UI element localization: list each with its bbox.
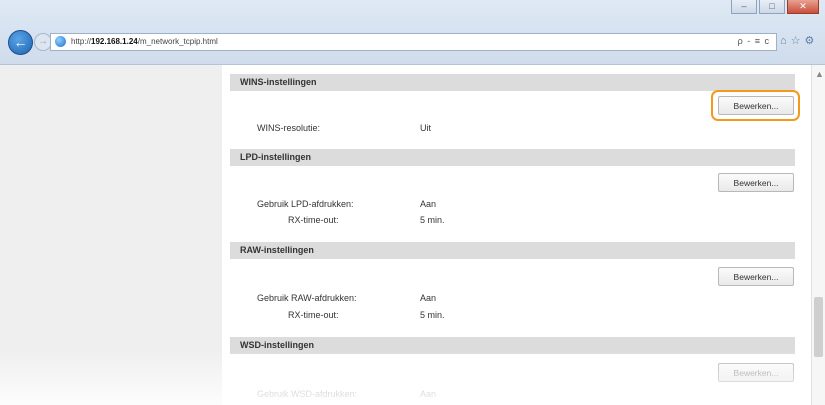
scrollbar-thumb[interactable] — [814, 297, 823, 357]
url-text[interactable]: http://192.168.1.24/m_network_tcpip.html — [71, 37, 218, 46]
lpd-printing-label: Gebruik LPD-afdrukken: — [257, 199, 354, 209]
url-host: 192.168.1.24 — [91, 37, 138, 46]
address-tools[interactable]: ρ - ≡ c — [738, 36, 770, 46]
section-header-wsd: WSD-instellingen — [230, 337, 795, 354]
edit-button-wins[interactable]: Bewerken... — [718, 96, 794, 115]
address-bar[interactable]: http://192.168.1.24/m_network_tcpip.html… — [50, 33, 777, 51]
scroll-up-arrow-icon[interactable]: ▲ — [815, 69, 824, 79]
raw-timeout-value: 5 min. — [420, 310, 445, 320]
left-navigation-pane — [0, 65, 222, 405]
star-icon[interactable]: ☆ — [791, 35, 805, 47]
section-header-lpd: LPD-instellingen — [230, 149, 795, 166]
edit-button-wsd[interactable]: Bewerken... — [718, 363, 794, 382]
section-header-raw: RAW-instellingen — [230, 242, 795, 259]
ie-page-icon — [55, 36, 66, 47]
window-controls: – □ ✕ — [731, 0, 819, 14]
gear-icon[interactable]: ⚙ — [805, 35, 819, 47]
maximize-icon[interactable]: □ — [759, 0, 785, 14]
close-icon[interactable]: ✕ — [787, 0, 819, 14]
raw-timeout-label: RX-time-out: — [288, 310, 339, 320]
minimize-icon[interactable]: – — [731, 0, 757, 14]
url-prefix: http:// — [71, 37, 92, 46]
section-header-wins: WINS-instellingen — [230, 74, 795, 91]
lpd-printing-value: Aan — [420, 199, 437, 209]
url-path: /m_network_tcpip.html — [137, 37, 218, 46]
lpd-timeout-label: RX-time-out: — [288, 215, 339, 225]
browser-toolbar: – □ ✕ ← → http://192.168.1.24/m_network_… — [0, 0, 825, 65]
wins-resolution-value: Uit — [420, 123, 431, 133]
wsd-printing-value: Aan — [420, 389, 437, 399]
browser-nav-icons: ⌂☆⚙ — [780, 34, 818, 47]
raw-printing-value: Aan — [420, 293, 437, 303]
lpd-timeout-value: 5 min. — [420, 215, 445, 225]
edit-button-raw[interactable]: Bewerken... — [718, 267, 794, 286]
wins-resolution-label: WINS-resolutie: — [257, 123, 321, 133]
home-icon[interactable]: ⌂ — [780, 35, 791, 47]
page-content: WINS-instellingen Bewerken... WINS-resol… — [0, 65, 825, 405]
edit-button-lpd[interactable]: Bewerken... — [718, 173, 794, 192]
raw-printing-label: Gebruik RAW-afdrukken: — [257, 293, 357, 303]
wsd-printing-label: Gebruik WSD-afdrukken: — [257, 389, 358, 399]
back-arrow-icon[interactable]: ← — [8, 30, 33, 55]
vertical-scrollbar[interactable]: ▲ — [811, 65, 825, 405]
